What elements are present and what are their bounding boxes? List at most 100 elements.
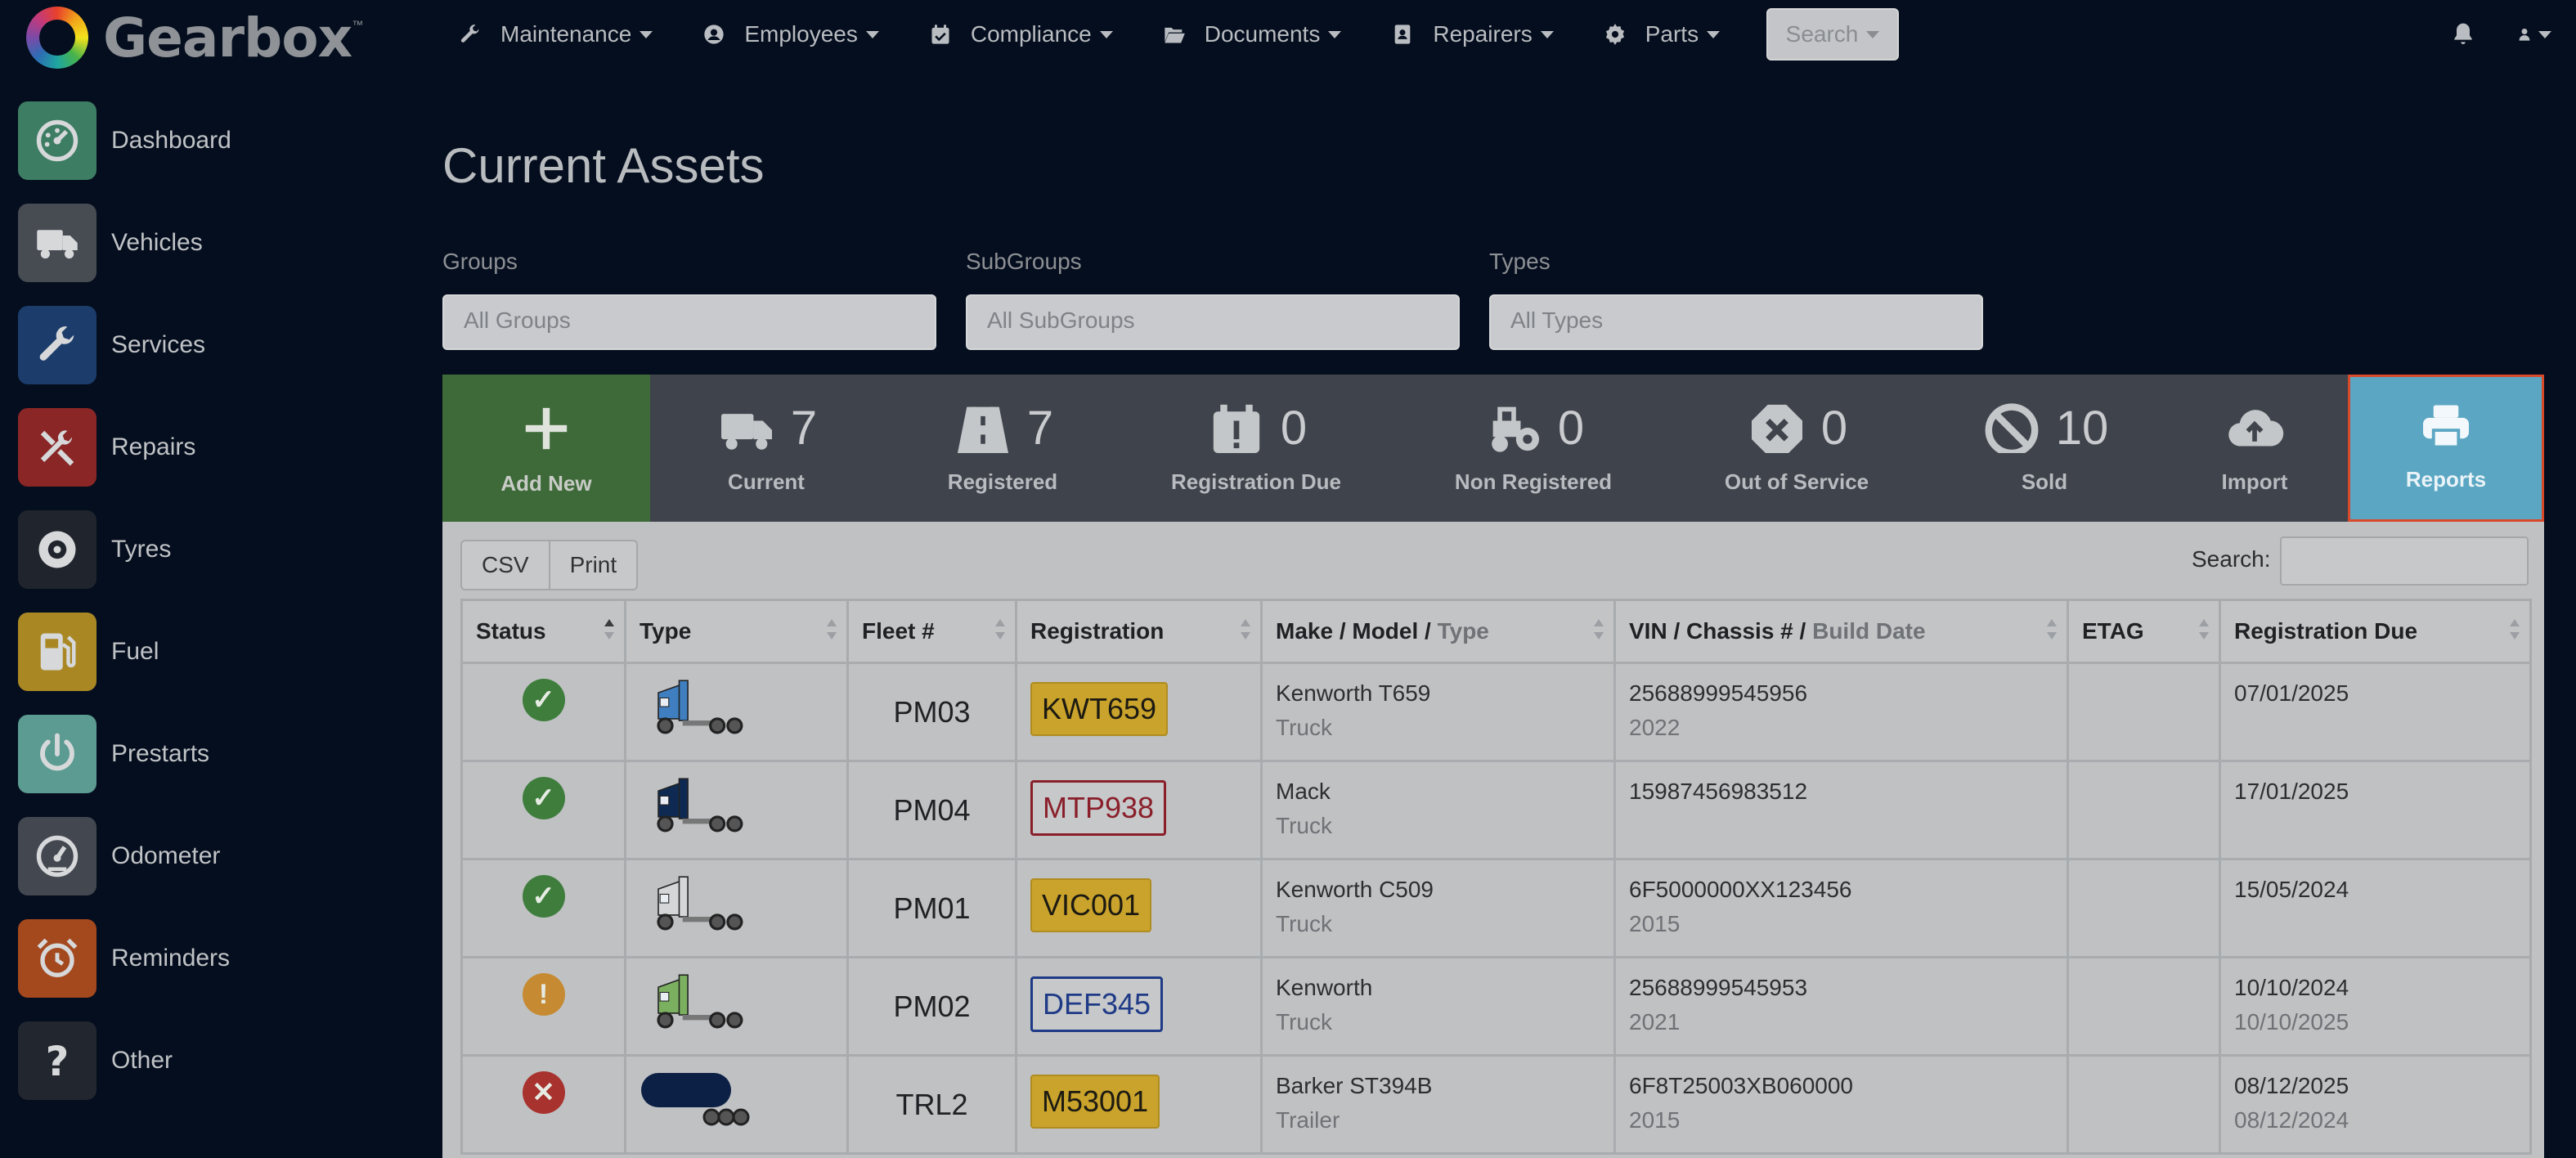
column-header[interactable]: VIN / Chassis # / Build Date [1613,599,2069,664]
status-cell: ! [460,956,626,1057]
sidebar-item-reminders[interactable]: Reminders [18,919,231,998]
sort-arrows-icon [995,619,1005,644]
registration-due-secondary: 08/12/2024 [2234,1107,2349,1133]
sidebar-tile-prestarts [18,715,96,793]
nav-compliance-menu[interactable]: Compliance [928,21,1113,47]
search-dropdown-button[interactable]: Search [1766,8,1899,61]
gear-icon [1605,24,1624,45]
stat-count: 7 [790,401,818,455]
nav-repairers-menu[interactable]: Repairers [1390,21,1554,47]
column-header[interactable]: Type [624,599,849,664]
truck-icon [720,414,772,450]
nav-parts-menu[interactable]: Parts [1603,21,1721,47]
subgroups-select[interactable]: All SubGroups [966,294,1460,350]
sidebar-item-label: Services [111,331,206,358]
column-header[interactable]: Make / Model / Type [1260,599,1616,664]
table-row[interactable]: ! PM02 DEF345 Kenworth Truck 25688999545953 20… [460,956,2532,1057]
sidebar-item-label: Dashboard [111,127,231,154]
subgroups-filter-label: SubGroups [966,249,1082,274]
question-icon: ? [46,1039,70,1083]
sidebar-item-label: Other [111,1047,173,1074]
nav-documents-menu[interactable]: Documents [1162,21,1342,47]
stat-count: 10 [2055,401,2109,455]
make-model: Mack [1276,779,1331,804]
sidebar-item-tyres[interactable]: Tyres [18,510,231,589]
brand-name: Gearbox [103,6,352,70]
stat-label: Registered [947,469,1058,494]
sidebar-item-vehicles[interactable]: Vehicles [18,204,231,282]
column-header[interactable]: ETAG [2067,599,2221,664]
table-row[interactable]: ✓ PM04 MTP938 Mack Truck 15987456983512 17/01/… [460,760,2532,860]
fleet-number: PM04 [893,792,971,827]
trailer-icon [641,1073,750,1126]
svg-text:?: ? [46,1039,70,1083]
stat-out-of-service[interactable]: 0 Out of Service [1674,375,1919,522]
column-header[interactable]: Fleet # [846,599,1017,664]
odometer-icon [36,835,79,877]
reports-button[interactable]: Reports [2348,375,2544,522]
sidebar-item-repairs[interactable]: Repairs [18,408,231,487]
sidebar-item-dashboard[interactable]: Dashboard [18,101,231,180]
types-select[interactable]: All Types [1489,294,1983,350]
table-row[interactable]: ✓ PM01 VIC001 Kenworth C509 Truck 6F5000000XX… [460,858,2532,958]
column-header[interactable]: Registration [1015,599,1263,664]
registration-cell: MTP938 [1015,760,1263,860]
chevron-down-icon [1540,30,1554,38]
sidebar-item-odometer[interactable]: Odometer [18,817,231,895]
stat-count: 0 [1557,401,1585,455]
registration-due-date: 17/01/2025 [2234,779,2349,804]
registration-due-cell: 17/01/2025 [2219,760,2532,860]
build-date: 2015 [1629,911,1681,936]
column-header-label: Registration Due [2234,618,2418,644]
wrench-icon-wrap [458,22,482,47]
truck-icon [657,680,743,734]
sidebar-item-services[interactable]: Services [18,306,231,384]
tyre-icon [38,531,76,568]
csv-button[interactable]: CSV [460,540,550,590]
sidebar-item-fuel[interactable]: Fuel [18,613,231,691]
calendar-alert-icon [1213,404,1260,453]
sidebar-item-other[interactable]: ? Other [18,1021,231,1100]
assets-table: Status Type Fleet # Registration Make / Mode… [460,599,2532,1155]
sort-arrows-icon [1594,619,1604,644]
stat-registered[interactable]: 7 Registered [880,375,1125,522]
sidebar-tile-other: ? [18,1021,96,1100]
vin-number: 15987456983512 [1629,779,1808,804]
sidebar-tile-dashboard [18,101,96,180]
build-date: 2021 [1629,1009,1681,1035]
registration-due-cell: 10/10/2024 10/10/2025 [2219,956,2532,1057]
column-header[interactable]: Registration Due [2219,599,2532,664]
stat-current[interactable]: 7 Current [644,375,889,522]
table-row[interactable]: ✓ PM03 KWT659 Kenworth T659 Truck 25688999545… [460,662,2532,762]
sidebar-tile-repairs [18,408,96,487]
notification-bell-icon[interactable] [2450,21,2476,47]
etag-cell [2067,858,2221,958]
vin-number: 25688999545956 [1629,680,1808,706]
stat-registration-due[interactable]: 0 Registration Due [1133,375,1379,522]
assets-table-panel: CSV Print Search: Status Type Fleet # Regis… [442,522,2544,1158]
export-button-group: CSV Print [460,540,639,590]
user-menu[interactable] [2519,20,2551,49]
etag-cell [2067,760,2221,860]
nav-employees-menu[interactable]: Employees [702,21,879,47]
stat-non-registered[interactable]: 0 Non Registered [1411,375,1656,522]
sidebar-item-label: Tyres [111,536,172,563]
column-header[interactable]: Status [460,599,626,664]
vehicle-type: Truck [1276,715,1332,740]
type-cell [624,858,849,958]
stat-import[interactable]: Import [2132,375,2377,522]
type-cell [624,956,849,1057]
table-row[interactable]: ✕ TRL2 M53001 Barker ST394B Trailer 6F8T25003… [460,1054,2532,1155]
vehicle-type: Trailer [1276,1107,1340,1133]
calendar-check-icon [931,25,949,44]
nav-maintenance-menu[interactable]: Maintenance [458,21,653,47]
table-search-input[interactable] [2280,536,2529,586]
app-logo[interactable]: Gearbox ™ [26,5,363,70]
calendar-check-icon-wrap [928,22,953,47]
truck-icon [37,230,78,259]
add-new-button[interactable]: Add New [442,375,650,522]
stat-sold[interactable]: 10 Sold [1922,375,2167,522]
print-button[interactable]: Print [550,540,639,590]
groups-select[interactable]: All Groups [442,294,936,350]
sidebar-item-prestarts[interactable]: Prestarts [18,715,231,793]
